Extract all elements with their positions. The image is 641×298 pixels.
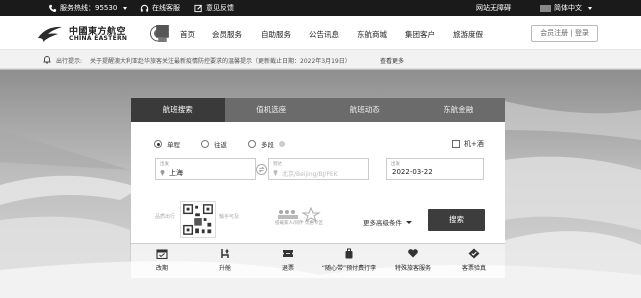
trip-type-one-way[interactable]: 单程 (154, 139, 180, 149)
tab-check-in[interactable]: 值机选座 (225, 98, 319, 122)
hotline[interactable]: 服务热线：95530 (48, 3, 128, 13)
booking-tabs: 航班搜索 值机选座 航班动态 东航金融 (131, 98, 505, 122)
chevron-down-icon (123, 6, 128, 10)
language-text: 简体中文 (554, 4, 582, 12)
feedback-link[interactable]: 意见反馈 (194, 3, 234, 13)
field-label: 出发 (391, 162, 400, 167)
main-header: 中國東方航空 CHINA EASTERN 首页 会员服务 自助服务 公告讯息 东… (0, 16, 641, 50)
seat-upgrade-icon (221, 249, 229, 258)
field-label: 出发 (160, 162, 169, 167)
notice-text[interactable]: 关于提醒澳大利亚赴华旅客关注最新疫情防控要求的温馨提示（更新截止日期：2022年… (90, 56, 351, 65)
trip-type-round-trip[interactable]: 往返 (201, 139, 227, 149)
heart-hand-icon (408, 249, 418, 258)
flag-icon (540, 4, 551, 12)
family-promo-badge[interactable]: 搭载家人/同伴 优惠专区 (273, 207, 323, 235)
travel-notice-bar: 出行提示: 关于提醒澳大利亚赴华旅客关注最新疫情防控要求的温馨提示（更新截止日期… (0, 50, 641, 69)
service-label: 退票 (281, 265, 294, 272)
register-login-button[interactable]: 会员注册 | 登录 (531, 25, 598, 42)
service-label: 改期 (155, 265, 168, 272)
location-pin-icon (160, 170, 165, 176)
ticket-icon (283, 250, 293, 257)
help-icon[interactable] (279, 141, 285, 147)
swallow-logo-icon (38, 26, 62, 42)
qr-caption-left: 品质出行 (155, 214, 176, 220)
logo-english-name: CHINA EASTERN (69, 35, 128, 42)
bell-icon (43, 56, 51, 64)
field-label: 到达 (273, 162, 282, 167)
trip-type-label: 单程 (167, 141, 180, 149)
luggage-icon (345, 248, 353, 259)
verify-icon (468, 248, 480, 259)
promo-text: 搭载家人/同伴 优惠专区 (275, 221, 323, 226)
flight-hotel-checkbox[interactable]: 机+酒 (452, 139, 484, 149)
checkbox-label: 机+酒 (464, 140, 484, 148)
feedback-text: 意见反馈 (206, 4, 234, 12)
language-selector[interactable]: 简体中文 (540, 3, 592, 13)
tab-flight-search[interactable]: 航班搜索 (131, 98, 225, 122)
more-options-toggle[interactable]: 更多高级条件 (363, 217, 412, 227)
online-service-link[interactable]: 在线客服 (140, 3, 180, 13)
calendar-icon (156, 249, 168, 259)
search-button[interactable]: 搜索 (428, 209, 485, 231)
nav-home[interactable]: 首页 (180, 29, 195, 40)
service-prepaid-baggage[interactable]: “随心带”预付费行李 (319, 248, 379, 272)
radio-icon (201, 140, 209, 148)
online-service-text: 在线客服 (152, 4, 180, 12)
nav-self-service[interactable]: 自助服务 (261, 29, 291, 40)
china-eastern-logo[interactable]: 中國東方航空 CHINA EASTERN (36, 23, 151, 45)
tab-finance[interactable]: 东航金融 (412, 98, 506, 122)
departure-city-value: 上海 (169, 169, 183, 177)
departure-date-field[interactable]: 出发 2022-03-22 (386, 158, 484, 180)
nav-announcements[interactable]: 公告讯息 (309, 29, 339, 40)
caret-down-icon (406, 220, 412, 224)
departure-city-field[interactable]: 出发 上海 (155, 158, 256, 180)
trip-type-label: 多段 (261, 141, 274, 149)
headset-icon (140, 4, 149, 12)
accessibility-text: 网站无障碍 (476, 4, 511, 12)
qr-code (180, 201, 216, 238)
nav-mall[interactable]: 东航商城 (357, 29, 387, 40)
service-upgrade[interactable]: 升舱 (195, 248, 255, 272)
service-label: 升舱 (218, 265, 231, 272)
trip-type-multi-city[interactable]: 多段 (248, 139, 285, 149)
radio-selected-icon (154, 140, 162, 148)
chevron-down-icon (588, 6, 592, 10)
phone-icon (49, 4, 57, 12)
checkbox-icon (452, 140, 460, 148)
hotline-text: 服务热线：95530 (60, 4, 118, 12)
arrival-city-field[interactable]: 到达 北京/Beijing/BJ/PEK (268, 158, 369, 180)
nav-group-clients[interactable]: 集团客户 (405, 29, 435, 40)
nav-travel[interactable]: 旅游度假 (453, 29, 483, 40)
service-label: 特殊旅客服务 (394, 265, 431, 272)
radio-icon (248, 140, 256, 148)
trip-type-label: 往返 (214, 141, 227, 149)
service-label: 客票验真 (461, 265, 486, 272)
nav-member-services[interactable]: 会员服务 (212, 29, 242, 40)
service-refund[interactable]: 退票 (258, 248, 318, 272)
top-bar: 服务热线：95530 在线客服 意见反馈 网站无障碍 简体中文 (0, 0, 641, 16)
accessibility-link[interactable]: 网站无障碍 (476, 3, 511, 13)
flight-search-panel: 单程 往返 多段 机+酒 出发 上海 到达 北京/Beijing/BJ/PEK … (131, 122, 505, 243)
service-reschedule[interactable]: 改期 (132, 248, 192, 272)
edit-icon (194, 4, 203, 12)
service-label: “随心带”预付费行李 (321, 265, 377, 272)
notice-more-link[interactable]: 查看更多 (380, 56, 404, 65)
quick-services-bar: 改期 升舱 退票 “随心带”预付费行李 特殊旅客服务 客票验真 (131, 244, 505, 278)
location-pin-icon (273, 170, 278, 176)
swap-cities-icon[interactable] (256, 164, 267, 175)
more-options-label: 更多高级条件 (363, 219, 402, 227)
people-icon (278, 207, 321, 221)
service-ticket-verify[interactable]: 客票验真 (444, 248, 504, 272)
partner-badge-icon (156, 25, 169, 42)
arrival-city-placeholder: 北京/Beijing/BJ/PEK (282, 171, 338, 178)
service-special-passengers[interactable]: 特殊旅客服务 (383, 248, 443, 272)
tab-flight-status[interactable]: 航班动态 (318, 98, 412, 122)
notice-label: 出行提示: (56, 58, 83, 65)
qr-caption-right: 触手可及 (219, 214, 240, 220)
departure-date-value: 2022-03-22 (392, 168, 433, 176)
